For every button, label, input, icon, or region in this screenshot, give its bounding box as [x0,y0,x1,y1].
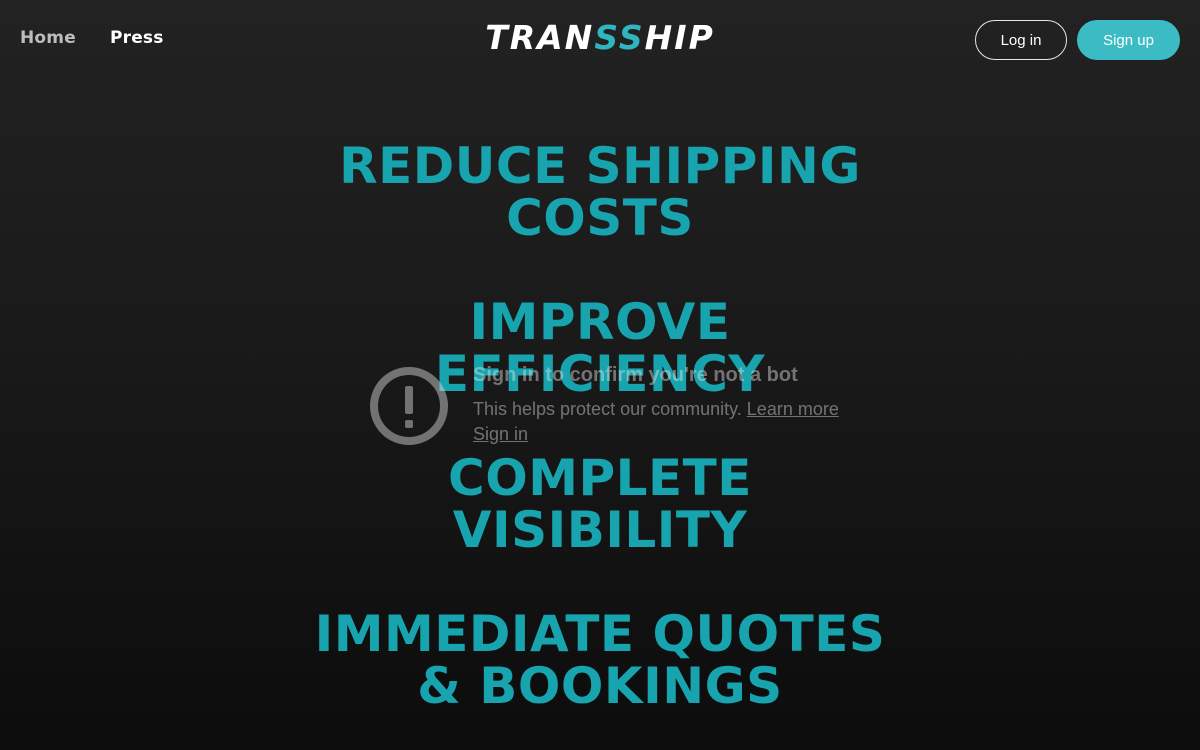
logo-text-part1: TRAN [485,18,595,57]
headline-line: COSTS [506,189,694,247]
headline-complete-visibility: COMPLETE VISIBILITY [0,452,1200,556]
headline-reduce-costs: REDUCE SHIPPING COSTS [0,140,1200,244]
page: Home Press TRAN SS HIP Log in Sign up REDU… [0,0,1200,750]
logo-text-part2: SS [594,18,645,57]
site-header: Home Press TRAN SS HIP Log in Sign up [0,0,1200,80]
headline-line: VISIBILITY [452,501,748,559]
notice-body: This helps protect our community. Learn … [473,399,839,420]
headline-line: COMPLETE [448,449,752,507]
sign-in-link[interactable]: Sign in [473,424,528,445]
notice-body-text: This helps protect our community. [473,399,742,419]
learn-more-link[interactable]: Learn more [747,399,839,419]
main-nav: Home Press [20,28,164,48]
headline-line: IMPROVE [469,293,731,351]
headline-immediate-quotes: IMMEDIATE QUOTES & BOOKINGS [0,608,1200,712]
headline-line: REDUCE SHIPPING [339,137,861,195]
notice-title: Sign in to confirm you're not a bot [473,364,798,386]
headline-line: IMMEDIATE QUOTES [314,605,886,663]
logo-text-part3: HIP [644,18,715,57]
bot-check-notice: Sign in to confirm you're not a bot This… [369,362,849,452]
headline-line: & BOOKINGS [417,657,783,715]
nav-home-link[interactable]: Home [20,28,76,48]
transship-logo[interactable]: TRAN SS HIP [450,20,750,56]
login-button[interactable]: Log in [975,20,1067,60]
nav-press-link[interactable]: Press [110,28,164,48]
auth-buttons: Log in Sign up [975,20,1180,60]
exclamation-circle-icon [370,367,448,445]
signup-button[interactable]: Sign up [1077,20,1180,60]
